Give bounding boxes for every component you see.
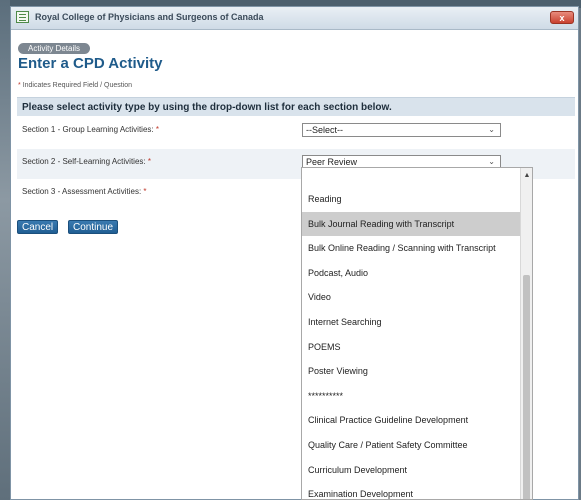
- dialog-title: Royal College of Physicians and Surgeons…: [35, 12, 264, 22]
- dropdown-option[interactable]: Reading: [302, 187, 521, 211]
- section-3-label-text: Section 3 - Assessment Activities:: [22, 187, 142, 196]
- dropdown-option[interactable]: Poster Viewing: [302, 359, 521, 383]
- required-star: *: [155, 125, 159, 134]
- background-page-edge: [0, 0, 10, 500]
- close-button[interactable]: x: [550, 11, 574, 24]
- dropdown-option[interactable]: Quality Care / Patient Safety Committee: [302, 433, 521, 457]
- dropdown-option[interactable]: POEMS: [302, 335, 521, 359]
- required-star: *: [147, 157, 151, 166]
- scrollbar-thumb[interactable]: [523, 275, 530, 499]
- section-1-row: Section 1 - Group Learning Activities: *…: [17, 117, 575, 147]
- dropdown-option[interactable]: Bulk Online Reading / Scanning with Tran…: [302, 236, 521, 260]
- window-app-icon: [16, 11, 29, 23]
- required-star: *: [143, 187, 147, 196]
- dropdown-scrollbar[interactable]: ▲: [520, 168, 532, 499]
- dropdown-option[interactable]: Video: [302, 285, 521, 309]
- dropdown-option[interactable]: Curriculum Development: [302, 458, 521, 482]
- dropdown-option[interactable]: Clinical Practice Guideline Development: [302, 408, 521, 432]
- required-note-text: Indicates Required Field / Question: [22, 82, 133, 89]
- section-3-label: Section 3 - Assessment Activities: *: [22, 187, 147, 196]
- section-2-selected-value: Peer Review: [306, 157, 358, 167]
- dropdown-option[interactable]: Internet Searching: [302, 310, 521, 334]
- dialog-titlebar: Royal College of Physicians and Surgeons…: [11, 7, 578, 30]
- dropdown-option[interactable]: Bulk Journal Reading with Transcript: [302, 211, 521, 236]
- activity-type-dropdown-list[interactable]: ********** Reading Bulk Journal Reading w…: [301, 167, 533, 500]
- section-1-label-text: Section 1 - Group Learning Activities:: [22, 125, 154, 134]
- section-2-label: Section 2 - Self-Learning Activities: *: [22, 157, 151, 166]
- section-1-selected-value: --Select--: [306, 125, 344, 135]
- required-field-note: * Indicates Required Field / Question: [18, 82, 132, 89]
- activity-details-tag: Activity Details: [18, 43, 91, 54]
- dropdown-separator: **********: [308, 167, 336, 171]
- instruction-bar: Please select activity type by using the…: [17, 97, 575, 116]
- dropdown-option[interactable]: Examination Development: [302, 482, 521, 499]
- continue-button[interactable]: Continue: [68, 220, 119, 234]
- section-1-select[interactable]: --Select-- ⌄: [302, 123, 501, 137]
- chevron-down-icon: ⌄: [488, 125, 495, 134]
- cancel-button[interactable]: Cancel: [17, 220, 59, 234]
- scroll-up-arrow-icon[interactable]: ▲: [521, 172, 532, 182]
- page-title: Enter a CPD Activity: [18, 55, 163, 72]
- required-star: *: [18, 82, 21, 89]
- dropdown-option[interactable]: **********: [302, 384, 521, 408]
- section-2-label-text: Section 2 - Self-Learning Activities:: [22, 157, 146, 166]
- dropdown-option[interactable]: Podcast, Audio: [302, 261, 521, 285]
- section-1-label: Section 1 - Group Learning Activities: *: [22, 125, 159, 134]
